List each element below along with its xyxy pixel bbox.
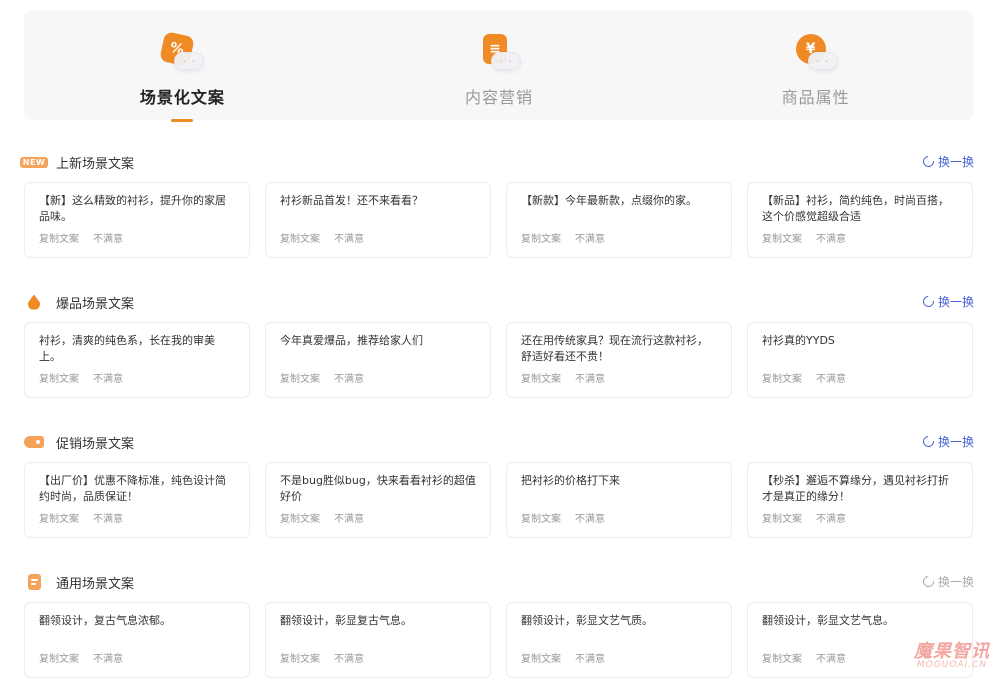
tab-product-attributes[interactable]: ¥ · · 商品属性 (657, 10, 974, 120)
dislike-button[interactable]: 不满意 (334, 370, 364, 385)
section-title: 通用场景文案 (56, 576, 135, 592)
active-tab-indicator (171, 119, 194, 122)
copy-text-button[interactable]: 复制文案 (39, 370, 79, 385)
dislike-button[interactable]: 不满意 (93, 510, 123, 525)
card-text: 翻领设计，彰显文艺气质。 (521, 614, 653, 627)
copy-text-button[interactable]: 复制文案 (521, 230, 561, 245)
card-text: 衬衫，清爽的纯色系，长在我的审美上。 (39, 334, 215, 363)
copy-text-button[interactable]: 复制文案 (280, 230, 320, 245)
dislike-button[interactable]: 不满意 (93, 230, 123, 245)
dislike-button[interactable]: 不满意 (816, 370, 846, 385)
document-icon: ≡ · · (477, 34, 521, 78)
card-text: 今年真爱爆品，推荐给家人们 (280, 334, 423, 347)
copy-card: 翻领设计，彰显文艺气质。 复制文案 不满意 (506, 602, 732, 678)
section-hot-product: 爆品场景文案 换一换 衬衫，清爽的纯色系，长在我的审美上。 复制文案 不满意 今… (24, 292, 974, 398)
dislike-button[interactable]: 不满意 (575, 650, 605, 665)
tab-label: 内容营销 (465, 88, 534, 107)
copy-card: 今年真爱爆品，推荐给家人们 复制文案 不满意 (265, 322, 491, 398)
document-icon (24, 573, 44, 591)
new-badge-icon: NEW (19, 153, 49, 171)
section-title: 上新场景文案 (56, 156, 135, 172)
card-text: 翻领设计，彰显复古气息。 (280, 614, 412, 627)
copy-text-button[interactable]: 复制文案 (280, 510, 320, 525)
refresh-button[interactable]: 换一换 (920, 573, 974, 590)
dislike-button[interactable]: 不满意 (816, 510, 846, 525)
dislike-button[interactable]: 不满意 (575, 370, 605, 385)
price-tag-icon (24, 433, 44, 451)
card-text: 衬衫新品首发！还不来看看？ (280, 194, 423, 207)
dislike-button[interactable]: 不满意 (816, 650, 846, 665)
tab-scenario-copy[interactable]: % · · 场景化文案 (24, 10, 341, 122)
copy-text-button[interactable]: 复制文案 (762, 510, 802, 525)
card-text: 把衬衫的价格打下来 (521, 474, 620, 487)
section-promotion: 促销场景文案 换一换 【出厂价】优惠不降标准，纯色设计简约时尚，品质保证！ 复制… (24, 432, 974, 538)
card-text: 衬衫真的YYDS (762, 334, 835, 347)
refresh-icon (920, 573, 937, 590)
copy-card: 翻领设计，复古气息浓郁。 复制文案 不满意 (24, 602, 250, 678)
refresh-icon (920, 433, 937, 450)
copy-card: 不是bug胜似bug，快来看看衬衫的超值好价 复制文案 不满意 (265, 462, 491, 538)
card-text: 【新品】衬衫，简约纯色，时尚百搭，这个价感觉超级合适 (762, 194, 949, 223)
copy-text-button[interactable]: 复制文案 (39, 230, 79, 245)
copy-card: 【新品】衬衫，简约纯色，时尚百搭，这个价感觉超级合适 复制文案 不满意 (747, 182, 973, 258)
yen-coin-icon: ¥ · · (794, 34, 838, 78)
section-title: 促销场景文案 (56, 436, 135, 452)
copy-text-button[interactable]: 复制文案 (762, 650, 802, 665)
copy-card: 【秒杀】邂逅不算缘分，遇见衬衫打折才是真正的缘分！ 复制文案 不满意 (747, 462, 973, 538)
section-new-arrival: NEW 上新场景文案 换一换 【新】这么精致的衬衫，提升你的家居品味。 复制文案… (19, 152, 974, 258)
dislike-button[interactable]: 不满意 (575, 510, 605, 525)
copy-card: 衬衫，清爽的纯色系，长在我的审美上。 复制文案 不满意 (24, 322, 250, 398)
tab-content-marketing[interactable]: ≡ · · 内容营销 (341, 10, 658, 120)
refresh-icon (920, 293, 937, 310)
flame-icon (24, 293, 44, 311)
refresh-button[interactable]: 换一换 (920, 153, 974, 170)
tab-label: 场景化文案 (139, 88, 225, 107)
card-text: 【新】这么精致的衬衫，提升你的家居品味。 (39, 194, 226, 223)
card-text: 不是bug胜似bug，快来看看衬衫的超值好价 (280, 474, 476, 503)
refresh-button[interactable]: 换一换 (920, 293, 974, 310)
copy-card: 【新款】今年最新款，点缀你的家。 复制文案 不满意 (506, 182, 732, 258)
dislike-button[interactable]: 不满意 (575, 230, 605, 245)
card-text: 【秒杀】邂逅不算缘分，遇见衬衫打折才是真正的缘分！ (762, 474, 949, 503)
dislike-button[interactable]: 不满意 (334, 650, 364, 665)
dislike-button[interactable]: 不满意 (816, 230, 846, 245)
copy-card: 把衬衫的价格打下来 复制文案 不满意 (506, 462, 732, 538)
refresh-icon (920, 153, 937, 170)
copy-card: 衬衫真的YYDS 复制文案 不满意 (747, 322, 973, 398)
card-text: 翻领设计，复古气息浓郁。 (39, 614, 171, 627)
section-general: 通用场景文案 换一换 翻领设计，复古气息浓郁。 复制文案 不满意 翻领设计，彰显… (24, 572, 974, 678)
copy-text-button[interactable]: 复制文案 (762, 370, 802, 385)
copy-text-button[interactable]: 复制文案 (521, 650, 561, 665)
card-text: 【新款】今年最新款，点缀你的家。 (521, 194, 697, 207)
copy-text-button[interactable]: 复制文案 (39, 650, 79, 665)
card-text: 【出厂价】优惠不降标准，纯色设计简约时尚，品质保证！ (39, 474, 226, 503)
scenario-tab-bar: % · · 场景化文案 ≡ · · 内容营销 ¥ · · 商品属性 (24, 10, 974, 122)
dislike-button[interactable]: 不满意 (334, 510, 364, 525)
copy-text-button[interactable]: 复制文案 (39, 510, 79, 525)
copy-card: 还在用传统家具？现在流行这款衬衫，舒适好看还不贵！ 复制文案 不满意 (506, 322, 732, 398)
card-text: 还在用传统家具？现在流行这款衬衫，舒适好看还不贵！ (521, 334, 708, 363)
dislike-button[interactable]: 不满意 (93, 370, 123, 385)
copy-card: 翻领设计，彰显复古气息。 复制文案 不满意 (265, 602, 491, 678)
copy-card: 【新】这么精致的衬衫，提升你的家居品味。 复制文案 不满意 (24, 182, 250, 258)
copy-text-button[interactable]: 复制文案 (762, 230, 802, 245)
tab-label: 商品属性 (781, 88, 850, 107)
copy-text-button[interactable]: 复制文案 (280, 650, 320, 665)
dislike-button[interactable]: 不满意 (334, 230, 364, 245)
section-title: 爆品场景文案 (56, 296, 135, 312)
copy-text-button[interactable]: 复制文案 (521, 370, 561, 385)
copy-text-button[interactable]: 复制文案 (280, 370, 320, 385)
copy-text-button[interactable]: 复制文案 (521, 510, 561, 525)
percent-badge-icon: % · · (159, 31, 205, 78)
dislike-button[interactable]: 不满意 (93, 650, 123, 665)
watermark-logo: 魔果智讯 MOGUOAI.CN (914, 641, 990, 670)
copy-card: 衬衫新品首发！还不来看看？ 复制文案 不满意 (265, 182, 491, 258)
copy-card: 【出厂价】优惠不降标准，纯色设计简约时尚，品质保证！ 复制文案 不满意 (24, 462, 250, 538)
refresh-button[interactable]: 换一换 (920, 433, 974, 450)
